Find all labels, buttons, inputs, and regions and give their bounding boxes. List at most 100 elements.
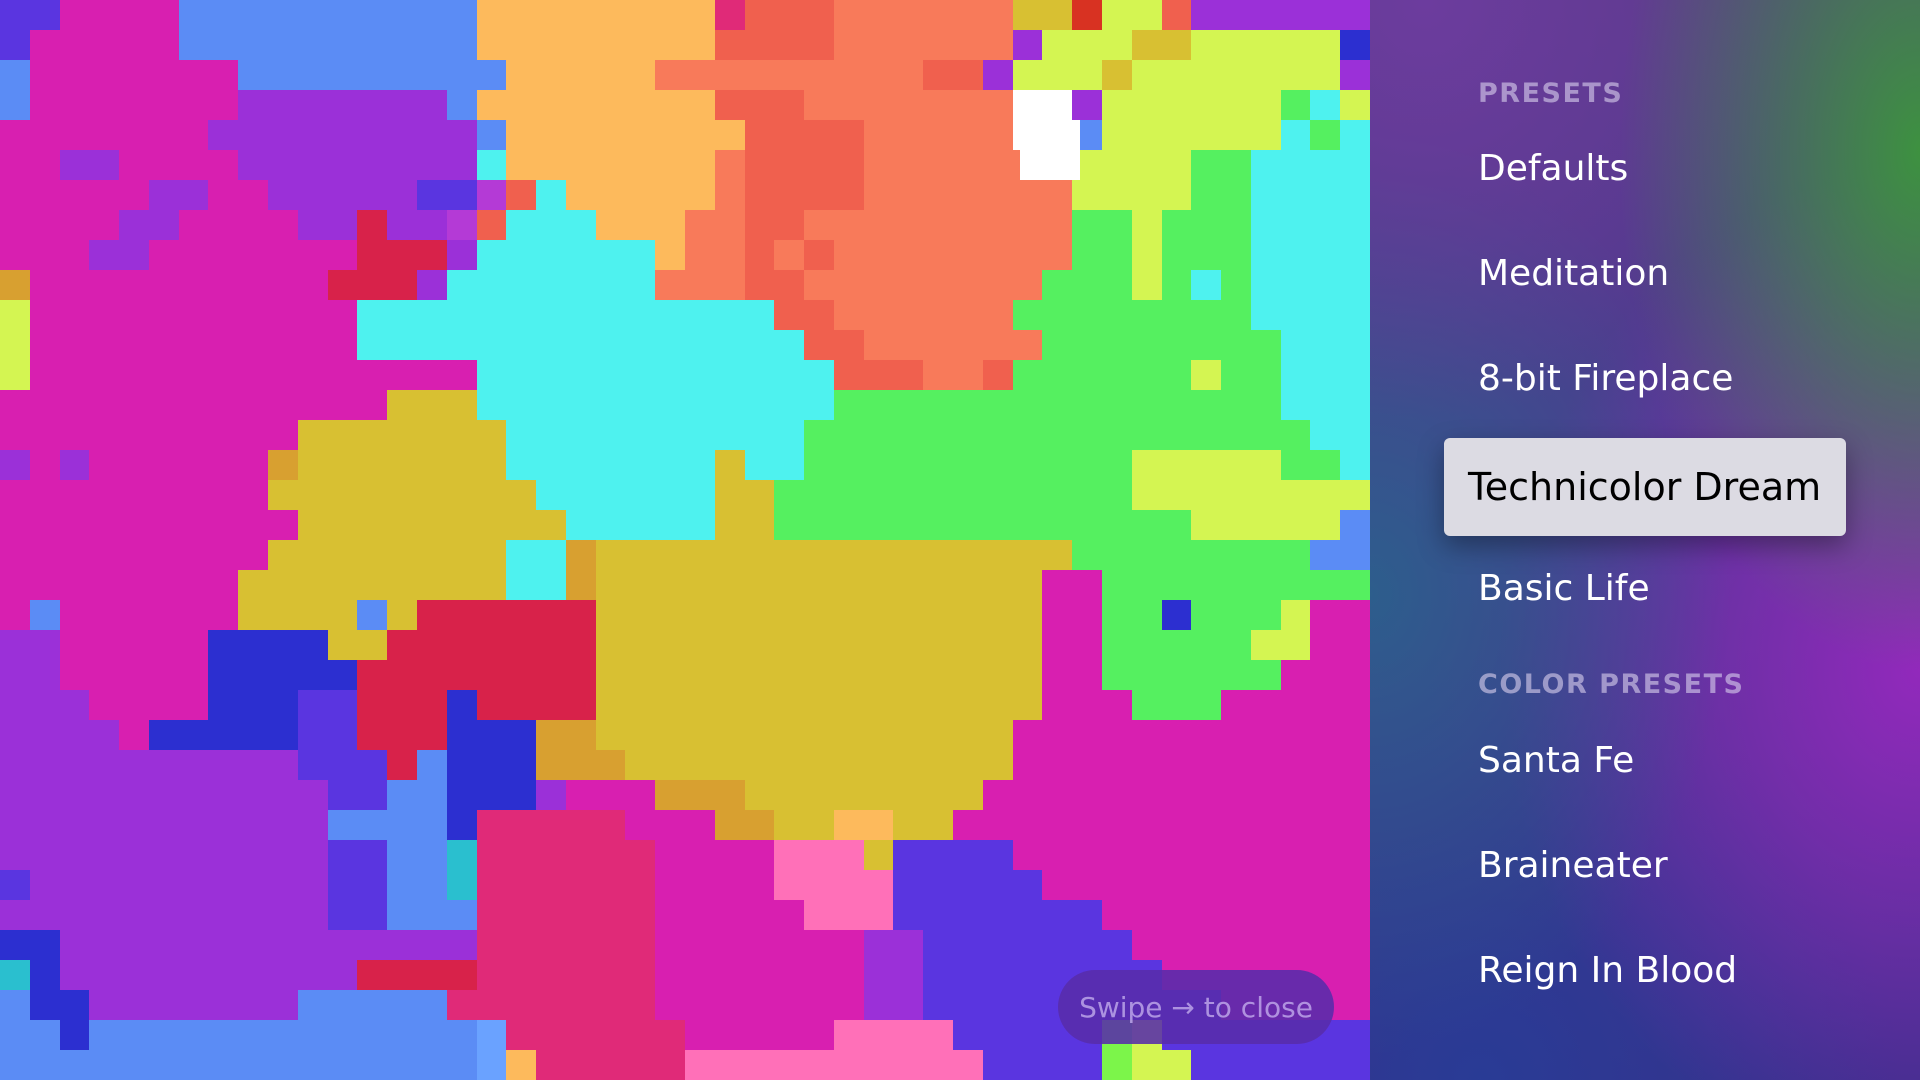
pixel-cell (684, 270, 715, 300)
pixel-cell (238, 60, 269, 90)
pixel-cell (387, 690, 417, 720)
pixel-cell (1072, 570, 1102, 600)
pixel-cell (268, 390, 298, 420)
pixel-cell (655, 270, 685, 300)
pixel-cell (327, 870, 358, 900)
pixel-cell (1310, 300, 1341, 330)
pixel-cell (774, 450, 805, 480)
pixel-cell (357, 450, 388, 480)
preset-item-technicolor-dream[interactable]: Technicolor Dream (1444, 438, 1846, 536)
pixel-cell (148, 30, 179, 60)
pixel-cell (1340, 390, 1370, 420)
pixel-cell (178, 270, 209, 300)
pixel-cell (1280, 480, 1311, 510)
color-preset-item-braineater[interactable]: Braineater (1478, 845, 1668, 886)
pixel-cell (774, 810, 805, 840)
pixel-cell (863, 750, 894, 780)
pixel-cell (0, 480, 30, 510)
pixel-cell (804, 180, 834, 210)
pixel-cell (714, 630, 745, 660)
pixel-cell (297, 270, 328, 300)
pixel-cell (953, 420, 983, 450)
pixel-cell (655, 900, 685, 930)
preset-item-basic-life[interactable]: Basic Life (1478, 568, 1650, 609)
pixel-cell (1250, 60, 1281, 90)
pixel-cell (208, 210, 239, 240)
pixel-cell (476, 810, 507, 840)
pixel-cell (327, 210, 358, 240)
pixel-cell (268, 30, 298, 60)
pixel-cell (1191, 150, 1222, 180)
pixel-cell (387, 330, 417, 360)
pixel-cell (1131, 330, 1162, 360)
pixel-cell (327, 990, 358, 1020)
pixel-cell (327, 510, 358, 540)
pixel-cell (1072, 720, 1102, 750)
pixel-cell (506, 180, 537, 210)
pixel-cell (953, 300, 983, 330)
pixel-cell (29, 270, 60, 300)
color-preset-item-reign-in-blood[interactable]: Reign In Blood (1478, 950, 1737, 991)
pixel-cell (268, 780, 298, 810)
pixel-cell (625, 360, 656, 390)
pixel-cell (327, 750, 358, 780)
pixel-cell (178, 990, 209, 1020)
pixel-cell (89, 120, 120, 150)
color-preset-item-santa-fe[interactable]: Santa Fe (1478, 740, 1634, 781)
pixel-cell (0, 570, 30, 600)
pixel-cell (476, 930, 507, 960)
pixel-cell (1042, 0, 1073, 30)
pixel-cell (1101, 150, 1132, 180)
pixel-cell (387, 630, 417, 660)
pixel-cell (1310, 690, 1341, 720)
pixel-cell (89, 570, 120, 600)
preset-item-8-bit-fireplace[interactable]: 8-bit Fireplace (1478, 358, 1733, 399)
pixel-cell (744, 900, 775, 930)
pixel-cell (804, 510, 834, 540)
pixel-cell (1191, 600, 1222, 630)
pixel-cell (1191, 510, 1222, 540)
pixel-cell (863, 180, 894, 210)
pixel-cell (297, 300, 328, 330)
pixel-cell (89, 1020, 120, 1050)
preset-item-defaults[interactable]: Defaults (1478, 148, 1628, 189)
pixel-cell (119, 390, 149, 420)
preset-item-meditation[interactable]: Meditation (1478, 253, 1669, 294)
pixel-cell (1072, 360, 1102, 390)
pixel-cell (416, 780, 447, 810)
pixel-cell (506, 450, 537, 480)
pixel-cell (982, 330, 1013, 360)
pixel-cell (1131, 780, 1162, 810)
pixel-cell (625, 90, 656, 120)
pixel-cell (148, 780, 179, 810)
pixel-cell (416, 990, 447, 1020)
pixel-cell (387, 990, 417, 1020)
pixel-cell (0, 510, 30, 540)
pixel-cell (595, 750, 626, 780)
pixel-cell (1310, 270, 1341, 300)
pixel-cell (1101, 720, 1132, 750)
pixel-cell (119, 1050, 149, 1080)
pixel-cell (625, 720, 656, 750)
pixel-cell (923, 90, 954, 120)
pixel-cell (1280, 420, 1311, 450)
pixel-cell (297, 990, 328, 1020)
pixel-cell (1042, 540, 1073, 570)
pixel-cell (148, 750, 179, 780)
pixel-cell (744, 150, 775, 180)
pixel-cell (982, 630, 1013, 660)
pixel-cell (625, 270, 656, 300)
pixel-cell (0, 870, 30, 900)
pixel-cell (268, 510, 298, 540)
pixel-cell (1340, 840, 1370, 870)
pixel-cell (744, 930, 775, 960)
pixel-cell (29, 900, 60, 930)
pixel-cell (297, 570, 328, 600)
pixel-cell (387, 300, 417, 330)
pixel-cell (29, 180, 60, 210)
pixel-cell (297, 600, 328, 630)
pixel-cell (506, 390, 537, 420)
pixel-cell (893, 600, 924, 630)
pixel-cell (59, 960, 90, 990)
pixel-cell (804, 390, 834, 420)
